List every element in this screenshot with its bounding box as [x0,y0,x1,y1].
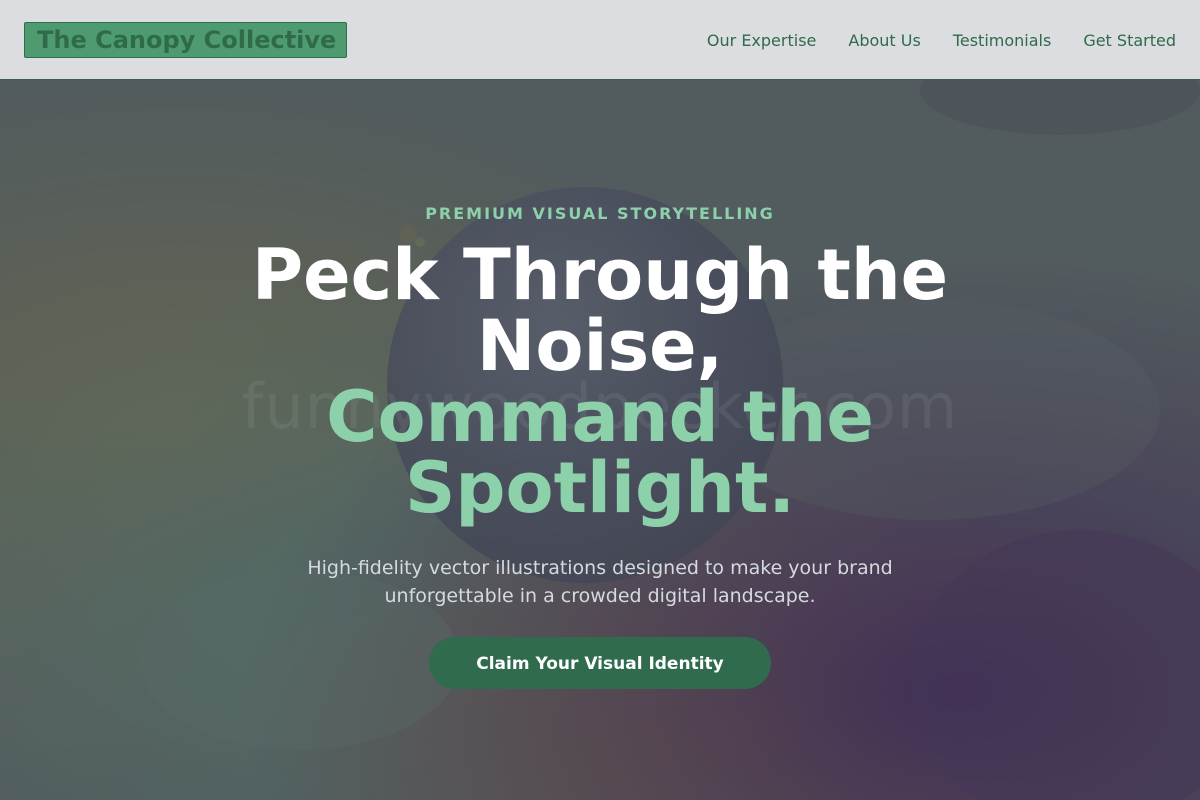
headline-green-part: Command the Spotlight. [326,376,874,529]
headline-white-part: Peck Through the Noise, [251,234,949,387]
nav-link-about-us[interactable]: About Us [848,31,920,50]
nav-link-our-expertise[interactable]: Our Expertise [707,31,816,50]
landing-page: The Canopy Collective Our Expertise Abou… [0,0,1200,800]
hero-headline: Peck Through the Noise, Command the Spot… [200,240,1000,524]
brand-logo[interactable]: The Canopy Collective [24,22,347,58]
nav-link-testimonials[interactable]: Testimonials [953,31,1052,50]
claim-visual-identity-button[interactable]: Claim Your Visual Identity [429,637,771,689]
hero-eyebrow: PREMIUM VISUAL STORYTELLING [425,204,775,223]
hero-subtext: High-fidelity vector illustrations desig… [307,557,893,607]
hero-section: funnywoodpecker.com PREMIUM VISUAL STORY… [0,80,1200,800]
nav-link-get-started[interactable]: Get Started [1083,31,1176,50]
site-header: The Canopy Collective Our Expertise Abou… [0,0,1200,80]
main-nav: Our Expertise About Us Testimonials Get … [707,0,1176,80]
